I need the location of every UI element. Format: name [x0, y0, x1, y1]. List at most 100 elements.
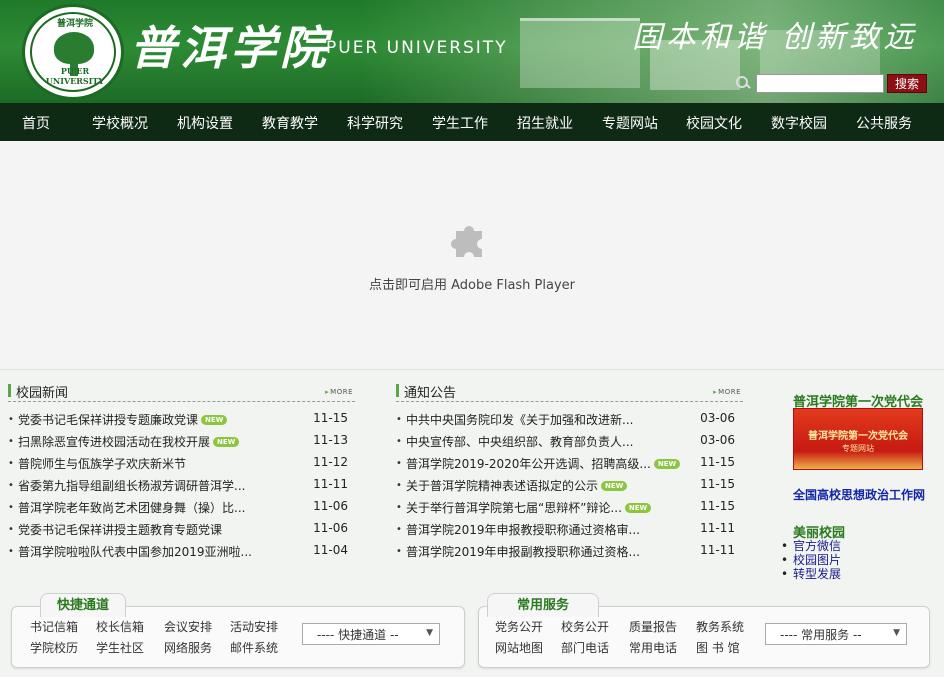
- list-item[interactable]: • 普洱学院2019年申报副教授职称通过资格... 11-11: [396, 542, 735, 560]
- school-logo[interactable]: 普洱学院 PU'ER UNIVERSITY: [22, 4, 124, 100]
- service-link[interactable]: 质量报告: [629, 618, 677, 635]
- nav-item-student-affairs[interactable]: 学生工作: [432, 113, 488, 133]
- list-item[interactable]: • 中央宣传部、中央组织部、教育部负责人... 03-06: [396, 432, 735, 450]
- bullet: •: [8, 480, 14, 491]
- quick-link[interactable]: 会议安排: [164, 618, 212, 635]
- list-item[interactable]: • 党委书记毛保祥讲授专题廉政党课 NEW 11-15: [8, 410, 348, 428]
- nav-item-admissions[interactable]: 招生就业: [517, 113, 573, 133]
- notices-list: • 中共中央国务院印发《关于加强和改进新... 03-06 • 中央宣传部、中央组织部…: [396, 410, 735, 564]
- notice-date: 11-15: [700, 477, 735, 491]
- list-item[interactable]: • 党委书记毛保祥讲授主题教育专题党课 11-06: [8, 520, 348, 538]
- notice-date: 11-11: [700, 521, 735, 535]
- campus-link-wechat[interactable]: 官方微信: [781, 539, 841, 553]
- notice-title-text: 关于普洱学院精神表述语拟定的公示: [406, 479, 599, 493]
- bullet: •: [396, 480, 402, 491]
- nav-item-organization[interactable]: 机构设置: [177, 113, 233, 133]
- site-header: 普洱学院 PU'ER UNIVERSITY 普洱学院 PUER UNIVERSI…: [0, 0, 944, 103]
- flash-placeholder[interactable]: 点击即可启用 Adobe Flash Player: [0, 141, 944, 370]
- bullet: •: [8, 546, 14, 557]
- notice-date: 11-15: [700, 455, 735, 469]
- quick-link[interactable]: 活动安排: [230, 618, 278, 635]
- news-title-text: 普院师生与佤族学子欢庆新米节: [18, 457, 187, 471]
- nav-item-public-services[interactable]: 公共服务: [856, 113, 912, 133]
- new-badge: NEW: [201, 415, 228, 425]
- list-item[interactable]: • 关于举行普洱学院第七届“思辩杯”辩论... NEW 11-15: [396, 498, 735, 516]
- nav-item-overview[interactable]: 学校概况: [92, 113, 148, 133]
- service-link[interactable]: 校务公开: [561, 618, 609, 635]
- list-item[interactable]: • 关于普洱学院精神表述语拟定的公示 NEW 11-15: [396, 476, 735, 494]
- ideology-work-link[interactable]: 全国高校思想政治工作网: [793, 486, 925, 503]
- service-link[interactable]: 图 书 馆: [696, 639, 740, 656]
- nav-item-home[interactable]: 首页: [22, 113, 50, 133]
- service-link[interactable]: 网站地图: [495, 639, 543, 656]
- list-item[interactable]: • 扫黑除恶宣传进校园活动在我校开展 NEW 11-13: [8, 432, 348, 450]
- services-select-value: ---- 常用服务 --: [780, 627, 862, 642]
- services-select[interactable]: ---- 常用服务 -- ▼: [765, 623, 907, 645]
- list-item[interactable]: • 普洱学院2019年申报教授职称通过资格审... 11-11: [396, 520, 735, 538]
- banner-title: 普洱学院第一次党代会: [808, 431, 908, 442]
- bullet: •: [396, 458, 402, 469]
- bullet: •: [396, 436, 402, 447]
- campus-link-photos[interactable]: 校园图片: [781, 553, 841, 567]
- list-item[interactable]: • 普院师生与佤族学子欢庆新米节 11-12: [8, 454, 348, 472]
- school-name-en: PUER UNIVERSITY: [326, 38, 508, 58]
- quick-link[interactable]: 书记信箱: [30, 618, 78, 635]
- notice-title-text: 中央宣传部、中央组织部、教育部负责人...: [406, 435, 634, 449]
- nav-item-teaching[interactable]: 教育教学: [262, 113, 318, 133]
- notice-title-text: 普洱学院2019年申报副教授职称通过资格...: [406, 545, 640, 559]
- logo-ring: 普洱学院 PU'ER UNIVERSITY: [30, 12, 116, 92]
- notice-title-text: 关于举行普洱学院第七届“思辩杯”辩论...: [406, 501, 622, 515]
- bullet: •: [8, 414, 14, 425]
- news-title: 校园新闻: [16, 386, 69, 401]
- news-header: 校园新闻 MORE: [8, 380, 355, 402]
- search-button[interactable]: 搜索: [887, 73, 927, 93]
- service-link[interactable]: 教务系统: [696, 618, 744, 635]
- bullet: •: [396, 502, 402, 513]
- notices-more-link[interactable]: MORE: [713, 388, 741, 396]
- news-date: 11-15: [313, 411, 348, 425]
- news-date: 11-06: [313, 521, 348, 535]
- nav-item-digital-campus[interactable]: 数字校园: [771, 113, 827, 133]
- new-badge: NEW: [213, 437, 240, 447]
- notices-title: 通知公告: [404, 386, 457, 401]
- new-badge: NEW: [601, 481, 628, 491]
- quick-link[interactable]: 学院校历: [30, 639, 78, 656]
- news-date: 11-12: [313, 455, 348, 469]
- party-congress-banner[interactable]: 普洱学院第一次党代会 专题网站: [793, 408, 923, 470]
- puzzle-icon: [451, 226, 482, 257]
- search-icon: [734, 74, 752, 92]
- nav-item-campus-culture[interactable]: 校园文化: [686, 113, 742, 133]
- list-item[interactable]: • 中共中央国务院印发《关于加强和改进新... 03-06: [396, 410, 735, 428]
- new-badge: NEW: [624, 503, 652, 513]
- service-link[interactable]: 党务公开: [495, 618, 543, 635]
- school-motto: 固本和谐 创新致远: [632, 20, 918, 55]
- notice-title-text: 普洱学院2019年申报教授职称通过资格审...: [406, 523, 640, 537]
- quick-link[interactable]: 校长信箱: [96, 618, 144, 635]
- quick-access-title: 快捷通道: [40, 593, 126, 617]
- building-graphic: [520, 18, 640, 88]
- list-item[interactable]: • 普洱学院啦啦队代表中国参加2019亚洲啦... 11-04: [8, 542, 348, 560]
- quick-link[interactable]: 邮件系统: [230, 639, 278, 656]
- flash-message: 点击即可启用 Adobe Flash Player: [368, 278, 576, 293]
- quick-access-select[interactable]: ---- 快捷通道 -- ▼: [302, 623, 440, 645]
- news-more-link[interactable]: MORE: [325, 388, 353, 396]
- nav-item-research[interactable]: 科学研究: [347, 113, 403, 133]
- campus-links: 官方微信 校园图片 转型发展: [781, 539, 841, 581]
- main-nav: 首页 学校概况 机构设置 教育教学 科学研究 学生工作 招生就业 专题网站 校园…: [0, 103, 944, 141]
- content-area: 校园新闻 MORE •党委书记毛保祥讲授专题廉政党课NEW11-15 •扫黑除恶…: [0, 370, 944, 677]
- search-input[interactable]: [756, 73, 884, 93]
- quick-link[interactable]: 学生社区: [96, 639, 144, 656]
- list-item[interactable]: • 普洱学院老年致尚艺术团健身舞（操）比... 11-06: [8, 498, 348, 516]
- notice-date: 03-06: [700, 411, 735, 425]
- news-title-text: 扫黑除恶宣传进校园活动在我校开展: [18, 435, 211, 449]
- news-title-text: 党委书记毛保祥讲授专题廉政党课: [18, 413, 199, 427]
- service-link[interactable]: 常用电话: [629, 639, 677, 656]
- list-item[interactable]: • 省委第九指导组副组长杨淑芳调研普洱学... 11-11: [8, 476, 348, 494]
- bullet: •: [8, 502, 14, 513]
- nav-item-topics[interactable]: 专题网站: [602, 113, 658, 133]
- news-title-text: 省委第九指导组副组长杨淑芳调研普洱学...: [18, 479, 246, 493]
- quick-link[interactable]: 网络服务: [164, 639, 212, 656]
- list-item[interactable]: • 普洱学院2019-2020年公开选调、招聘高级... NEW 11-15: [396, 454, 735, 472]
- service-link[interactable]: 部门电话: [561, 639, 609, 656]
- campus-link-transformation[interactable]: 转型发展: [781, 567, 841, 581]
